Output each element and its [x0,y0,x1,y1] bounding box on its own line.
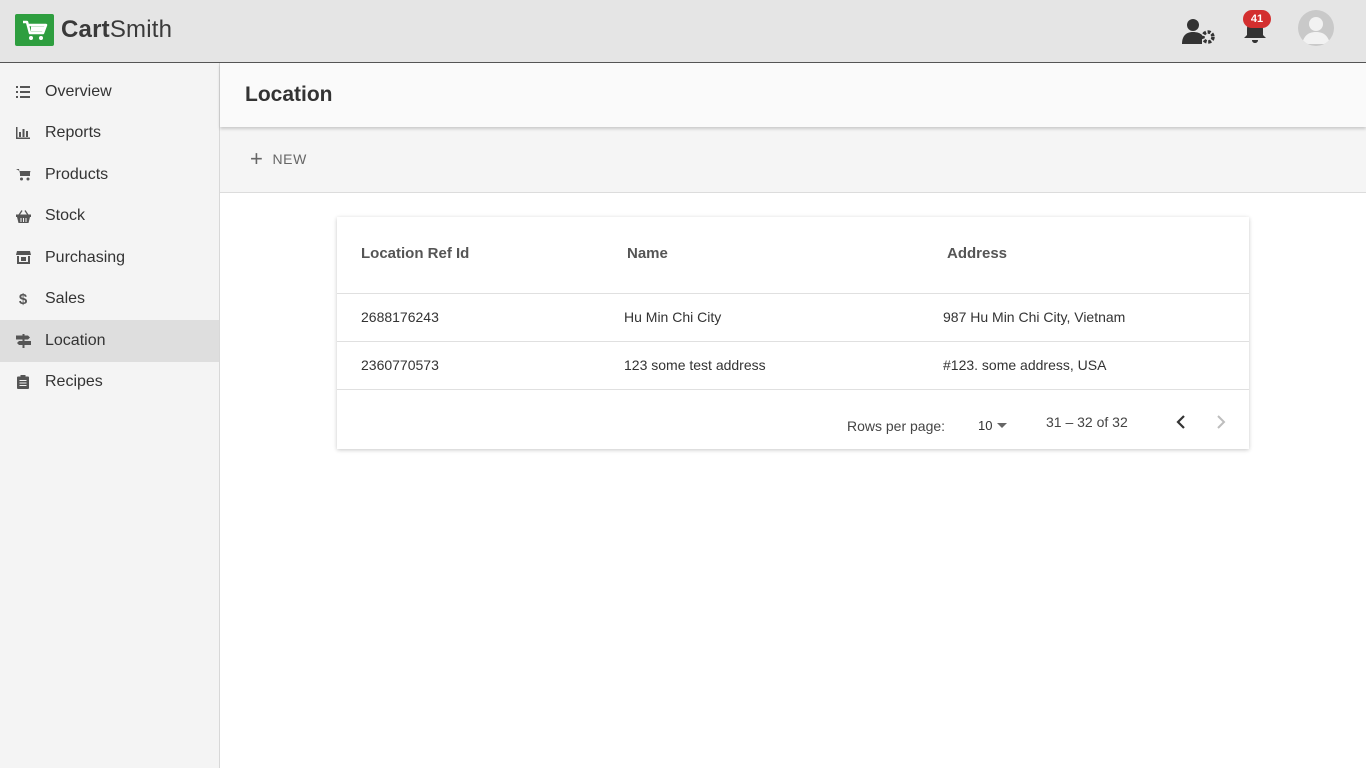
cell-address: 987 Hu Min Chi City, Vietnam [943,309,1126,325]
sidebar-item-label: Overview [45,82,112,100]
sidebar-item-label: Location [45,331,106,349]
sidebar-item-stock[interactable]: Stock [0,196,219,238]
column-header-location-ref-id[interactable]: Location Ref Id [361,245,469,262]
sidebar-item-label: Sales [45,290,86,308]
clipboard-icon [15,374,31,390]
sidebar-item-label: Products [45,165,109,183]
sidebar-item-overview[interactable]: Overview [0,71,219,113]
notification-badge: 41 [1243,10,1271,28]
signpost-icon [15,333,31,349]
rows-per-page-value: 10 [978,418,993,433]
sidebar-item-label: Reports [45,124,102,142]
sidebar-item-label: Recipes [45,373,103,391]
table-row[interactable]: 2360770573 123 some test address #123. s… [337,342,1249,390]
new-button[interactable]: + NEW [250,147,307,171]
new-button-label: NEW [272,151,307,167]
shopping-cart-icon [15,167,31,183]
sidebar: Overview Reports Products Stock Purchasi… [0,63,220,768]
sidebar-item-label: Purchasing [45,248,126,266]
page-header: Location [220,63,1366,127]
rows-per-page-label: Rows per page: [847,418,946,434]
column-header-address[interactable]: Address [947,245,1007,262]
caret-down-icon [997,423,1008,428]
sidebar-item-label: Stock [45,207,86,225]
sidebar-item-products[interactable]: Products [0,154,219,196]
app-logo[interactable]: CartSmith [15,14,172,46]
list-icon [15,84,31,100]
sidebar-item-purchasing[interactable]: Purchasing [0,237,219,279]
sidebar-item-recipes[interactable]: Recipes [0,362,219,404]
app-name: CartSmith [61,16,173,43]
basket-icon [15,208,31,224]
pagination-range: 31 – 32 of 32 [1046,414,1128,430]
next-page-button[interactable] [1207,408,1235,436]
cell-name: Hu Min Chi City [624,309,722,325]
cart-icon [15,14,54,46]
sidebar-item-location[interactable]: Location [0,320,219,362]
user-avatar-icon[interactable] [1298,10,1334,46]
sidebar-item-sales[interactable]: $ Sales [0,279,219,321]
store-icon [15,250,31,266]
table-row[interactable]: 2688176243 Hu Min Chi City 987 Hu Min Ch… [337,294,1249,342]
bar-chart-icon [15,125,31,141]
cell-location-ref-id: 2688176243 [361,309,439,325]
plus-icon: + [250,146,264,171]
dollar-icon: $ [18,290,28,308]
chevron-left-icon [1176,415,1185,429]
cell-name: 123 some test address [624,357,766,373]
rows-per-page-select[interactable]: 10 [978,418,1008,433]
table-pagination: Rows per page: 10 31 – 32 of 32 [337,390,1249,449]
column-header-name[interactable]: Name [627,245,668,262]
top-bar: CartSmith 41 [0,0,1366,63]
cell-location-ref-id: 2360770573 [361,357,439,373]
user-cog-icon[interactable] [1181,13,1217,49]
previous-page-button[interactable] [1167,408,1195,436]
page-title: Location [245,83,333,106]
table-header: Location Ref Id Name Address [337,217,1249,294]
sidebar-item-reports[interactable]: Reports [0,113,219,155]
cell-address: #123. some address, USA [943,357,1107,373]
location-table: Location Ref Id Name Address 2688176243 … [337,217,1249,449]
toolbar: + NEW [220,127,1366,193]
chevron-right-icon [1217,415,1226,429]
